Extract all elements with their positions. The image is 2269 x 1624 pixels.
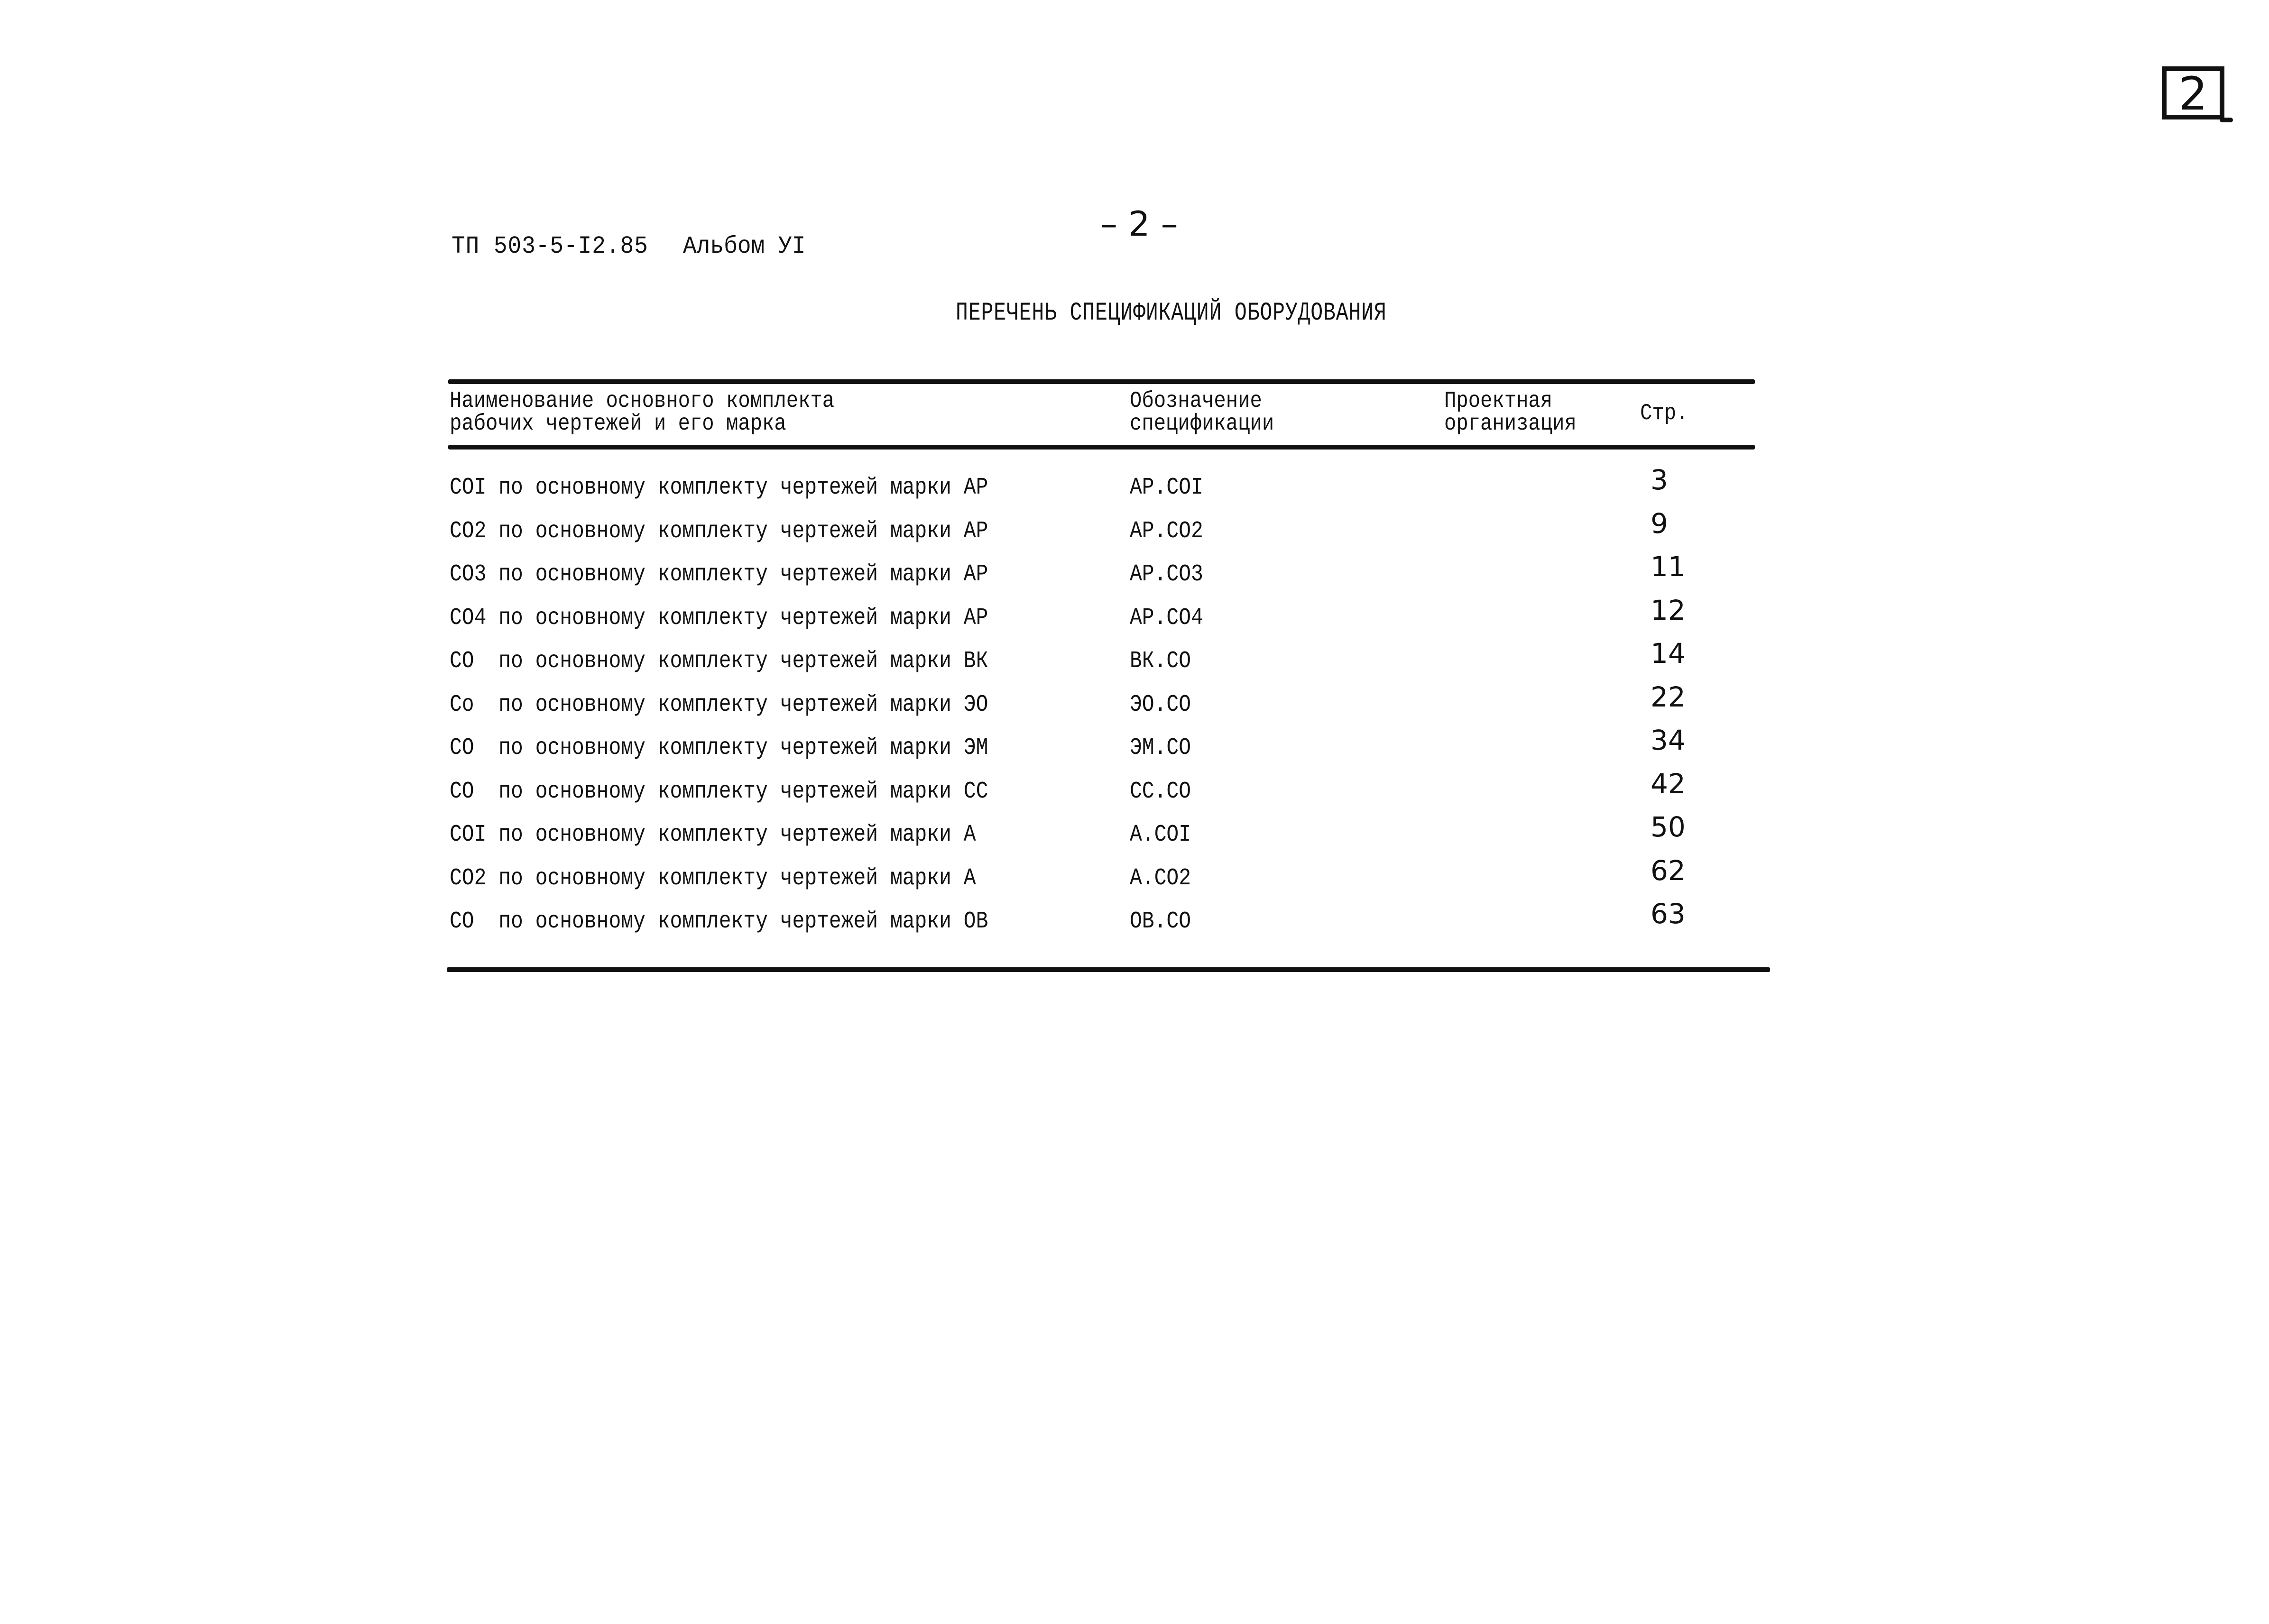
row-name: CO2 по основному комплекту чертежей марк… <box>450 517 988 545</box>
row-spec-code: ВК.CO <box>1130 648 1191 675</box>
header-org-line1: Проектная <box>1444 388 1553 414</box>
row-page: 63 <box>1651 898 1686 930</box>
table-top-rule <box>448 379 1755 384</box>
header-page: Стр. <box>1640 401 1688 426</box>
row-page: 9 <box>1651 507 1668 540</box>
row-spec-code: АР.COI <box>1130 474 1203 501</box>
album-label: Альбом УI <box>683 232 806 260</box>
table-row: COI по основному комплекту чертежей марк… <box>0 811 1897 859</box>
table-row: CO2 по основному комплекту чертежей марк… <box>0 507 1897 556</box>
table-row: COI по основному комплекту чертежей марк… <box>0 464 1897 512</box>
row-page: 11 <box>1651 551 1686 583</box>
row-spec-code: ЭО.CO <box>1130 691 1191 718</box>
table-row: CO по основному комплекту чертежей марки… <box>0 724 1897 772</box>
list-title: ПЕРЕЧЕНЬ СПЕЦИФИКАЦИЙ ОБОРУДОВАНИЯ <box>956 299 1387 328</box>
row-spec-code: АР.CO4 <box>1130 604 1203 632</box>
row-spec-code: ОВ.CO <box>1130 908 1191 935</box>
corner-page-number: 2 <box>2178 67 2208 120</box>
corner-page-box: 2 <box>2162 66 2224 120</box>
row-page: 50 <box>1651 811 1686 843</box>
row-page: 14 <box>1651 637 1686 670</box>
row-page: 42 <box>1651 767 1686 800</box>
row-name: Co по основному комплекту чертежей марки… <box>450 691 988 718</box>
row-spec-code: СС.CO <box>1130 778 1191 805</box>
row-name: COI по основному комплекту чертежей марк… <box>450 474 988 501</box>
row-spec-code: ЭМ.CO <box>1130 734 1191 762</box>
table-row: CO3 по основному комплекту чертежей марк… <box>0 551 1897 599</box>
row-page: 62 <box>1651 854 1686 887</box>
page-number: – 2 – <box>1100 204 1178 244</box>
corner-box-tick <box>2220 118 2233 122</box>
row-name: CO по основному комплекту чертежей марки… <box>450 734 988 762</box>
header-code-line2: спецификации <box>1130 411 1274 437</box>
row-spec-code: А.COI <box>1130 821 1191 848</box>
header-name-line1: Наименование основного комплекта <box>450 388 835 414</box>
table-header-rule <box>448 445 1755 450</box>
row-spec-code: АР.CO3 <box>1130 561 1203 588</box>
row-name: CO2 по основному комплекту чертежей марк… <box>450 864 976 892</box>
header-org-line2: организация <box>1444 411 1577 437</box>
document-code: ТП 503-5-I2.85 <box>452 232 648 260</box>
row-name: CO3 по основному комплекту чертежей марк… <box>450 561 988 588</box>
row-name: CO4 по основному комплекту чертежей марк… <box>450 604 988 632</box>
row-name: CO по основному комплекту чертежей марки… <box>450 648 988 675</box>
row-name: CO по основному комплекту чертежей марки… <box>450 778 988 805</box>
table-bottom-rule <box>447 967 1770 972</box>
header-code-line1: Обозначение <box>1130 388 1262 414</box>
row-spec-code: АР.CO2 <box>1130 517 1203 545</box>
table-row: CO по основному комплекту чертежей марки… <box>0 898 1897 946</box>
table-row: CO4 по основному комплекту чертежей марк… <box>0 594 1897 642</box>
table-row: CO по основному комплекту чертежей марки… <box>0 637 1897 686</box>
row-page: 34 <box>1651 724 1686 756</box>
row-name: COI по основному комплекту чертежей марк… <box>450 821 976 848</box>
row-page: 3 <box>1651 464 1668 496</box>
row-name: CO по основному комплекту чертежей марки… <box>450 908 988 935</box>
row-page: 12 <box>1651 594 1686 626</box>
table-row: CO по основному комплекту чертежей марки… <box>0 768 1897 816</box>
row-spec-code: А.CO2 <box>1130 864 1191 892</box>
row-page: 22 <box>1651 680 1686 713</box>
header-name-line2: рабочих чертежей и его марка <box>450 411 786 437</box>
table-row: CO2 по основному комплекту чертежей марк… <box>0 854 1897 903</box>
table-row: Co по основному комплекту чертежей марки… <box>0 681 1897 729</box>
